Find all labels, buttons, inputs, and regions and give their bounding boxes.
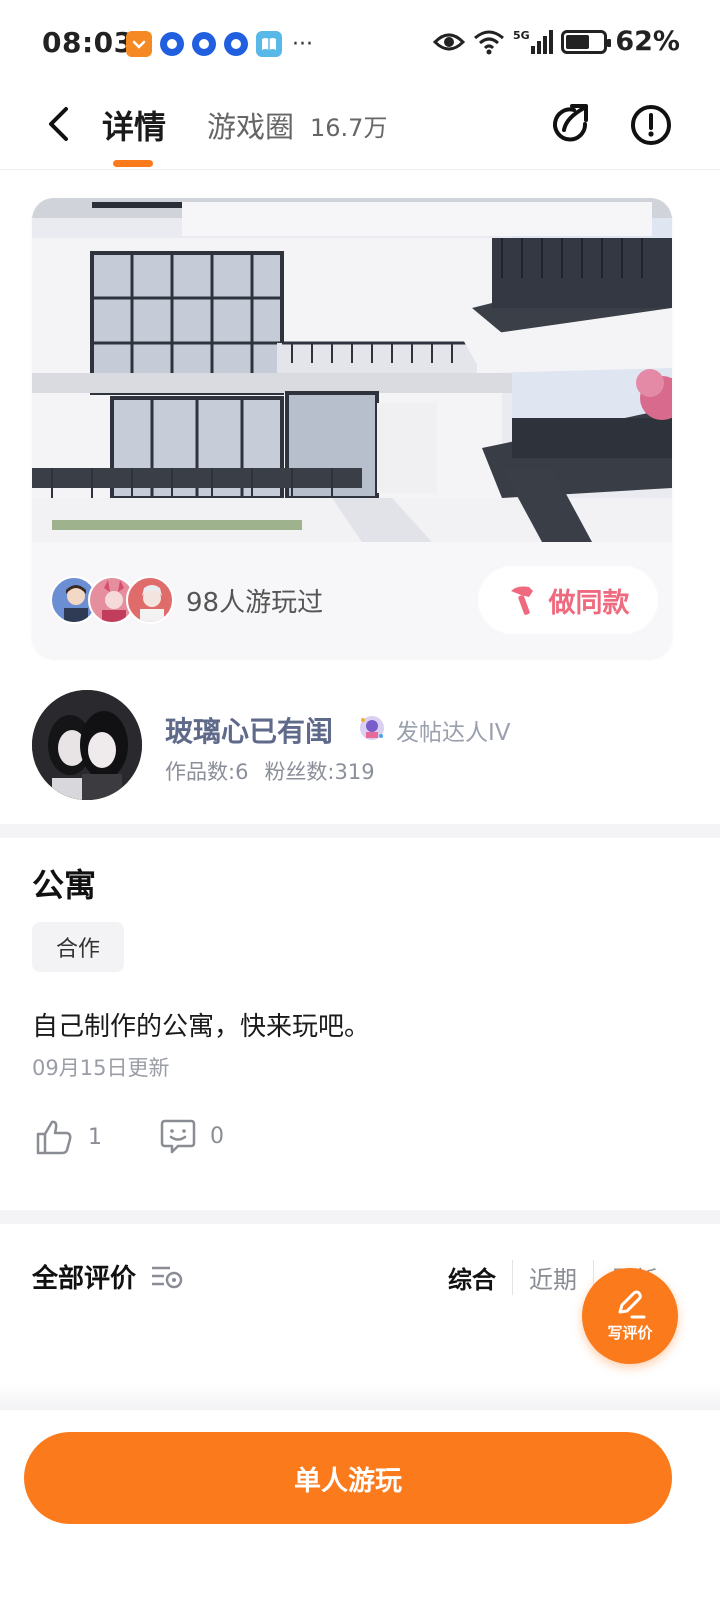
avatar [126, 576, 174, 624]
post-title: 公寓 [32, 866, 97, 904]
works-count: 作品数:6 [165, 760, 249, 784]
pencil-icon [618, 1290, 646, 1318]
notification-icons: ··· [126, 30, 313, 58]
comment-icon [160, 1119, 196, 1154]
game-circle-count: 16.7万 [310, 114, 388, 142]
post-updated-date: 09月15日更新 [32, 1056, 170, 1080]
author-stats: 作品数:6 粉丝数:319 [165, 756, 375, 786]
share-button[interactable] [548, 102, 594, 148]
single-play-button[interactable]: 单人游玩 [24, 1432, 672, 1524]
post-description: 自己制作的公寓，快来玩吧。 [32, 1012, 371, 1042]
share-icon [553, 104, 588, 142]
players-count-text: 98人游玩过 [186, 588, 324, 618]
make-same-button[interactable]: 做同款 [478, 566, 658, 634]
game-cover-image[interactable] [32, 198, 672, 542]
player-avatars [50, 576, 180, 626]
filter-icon[interactable] [150, 1262, 184, 1292]
status-bar: 08:03 ··· 5G 62% [0, 0, 720, 88]
single-play-label: 单人游玩 [294, 1465, 402, 1497]
more-notifications-icon: ··· [292, 31, 313, 57]
app-notification-icon [192, 32, 216, 56]
like-button[interactable]: 1 [34, 1118, 102, 1156]
make-same-label: 做同款 [548, 587, 630, 619]
warning-icon [631, 105, 671, 145]
poster-badge-icon [360, 716, 384, 740]
battery-percent: 62% [615, 26, 680, 57]
hammer-icon [510, 586, 533, 615]
tab-game-circle[interactable]: 游戏圈 [207, 104, 294, 146]
report-button[interactable] [628, 102, 674, 148]
author-name[interactable]: 玻璃心已有闺 [165, 710, 333, 750]
bottom-action-bar: 单人游玩 [0, 1410, 720, 1604]
app-notification-icon [224, 32, 248, 56]
section-divider [0, 824, 720, 838]
svg-text:5G: 5G [513, 29, 530, 42]
like-count: 1 [88, 1124, 102, 1150]
players-row: 98人游玩过 做同款 [32, 542, 672, 658]
comment-count: 0 [210, 1123, 224, 1149]
tab-detail[interactable]: 详情 [102, 102, 166, 148]
author-title-badge: 发帖达人IV [396, 720, 511, 746]
comment-button[interactable]: 0 [160, 1118, 224, 1154]
sort-tab-recent[interactable]: 近期 [512, 1260, 593, 1295]
chevron-left-icon [49, 107, 68, 141]
sort-tab-comprehensive[interactable]: 综合 [432, 1260, 512, 1295]
post-tag[interactable]: 合作 [32, 922, 125, 972]
active-tab-indicator [113, 160, 153, 167]
reviews-title: 全部评价 [32, 1264, 137, 1294]
write-review-label: 写评价 [607, 1323, 653, 1342]
author-avatar[interactable] [32, 690, 142, 800]
signal-5g-icon: 5G [513, 29, 554, 54]
book-notification-icon [256, 31, 282, 57]
thumbs-up-icon [36, 1120, 72, 1155]
battery-icon [561, 29, 612, 54]
status-time: 08:03 [42, 26, 134, 59]
taobao-notification-icon [126, 31, 152, 57]
back-button[interactable] [38, 104, 78, 144]
fans-count: 粉丝数:319 [264, 760, 375, 784]
write-review-button[interactable]: 写评价 [582, 1268, 678, 1364]
game-card: 98人游玩过 做同款 [32, 198, 672, 658]
wifi-icon [474, 30, 505, 54]
app-notification-icon [160, 32, 184, 56]
section-divider [0, 1210, 720, 1224]
eye-icon [433, 33, 466, 50]
system-icons: 5G 62% [433, 26, 680, 57]
top-nav: 详情 游戏圈 16.7万 [0, 88, 720, 170]
